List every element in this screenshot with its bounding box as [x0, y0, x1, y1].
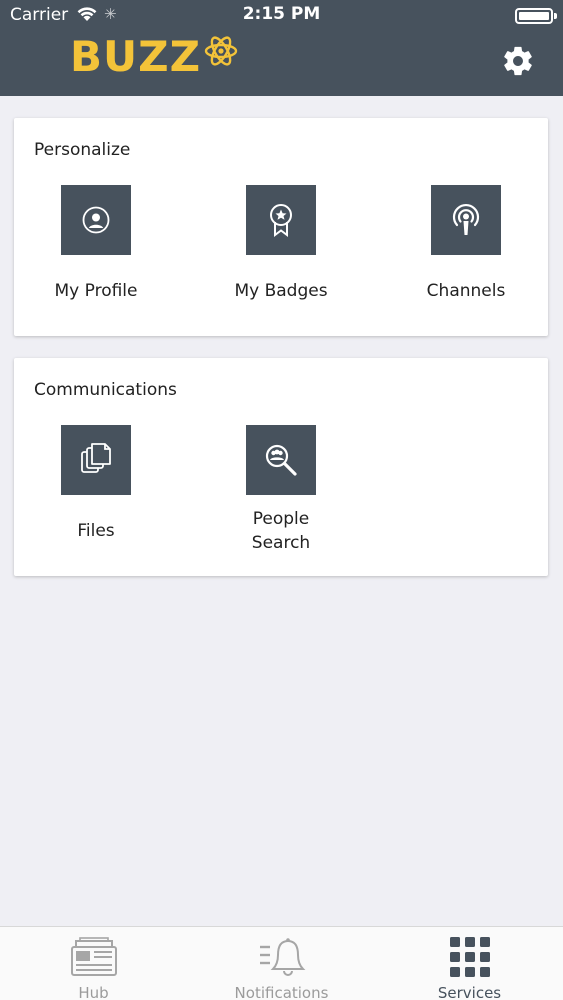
user-icon	[61, 185, 131, 255]
tab-notifications[interactable]: Notifications	[188, 927, 375, 1000]
files-button[interactable]: Files	[11, 425, 181, 543]
tile-label: My Profile	[54, 281, 138, 301]
settings-button[interactable]	[500, 45, 536, 81]
gear-icon	[501, 44, 535, 82]
tile-label-line-1: People	[252, 509, 310, 529]
tab-hub[interactable]: Hub	[0, 927, 187, 1000]
logo-text: BUZZ	[70, 32, 202, 81]
status-bar: Carrier ✳ 2:15 PM	[0, 0, 563, 32]
app-header: Carrier ✳ 2:15 PM BUZZ	[0, 0, 563, 96]
people-search-icon	[246, 425, 316, 495]
tile-label: My Badges	[234, 281, 328, 301]
tile-label: People Search	[196, 507, 366, 555]
broadcast-icon	[431, 185, 501, 255]
hub-icon	[0, 935, 187, 979]
communications-card: Communications Files People Search	[14, 358, 548, 576]
buzz-logo: BUZZ	[70, 34, 239, 80]
my-profile-button[interactable]: My Profile	[11, 185, 181, 303]
bell-icon	[188, 935, 375, 979]
status-time: 2:15 PM	[242, 4, 321, 24]
card-title: Communications	[34, 380, 177, 400]
files-icon	[61, 425, 131, 495]
personalize-card: Personalize My Profile My Badges Channel…	[14, 118, 548, 336]
tab-bar: Hub Notifications Services	[0, 926, 563, 1000]
card-title: Personalize	[34, 140, 131, 160]
my-badges-button[interactable]: My Badges	[196, 185, 366, 303]
tab-label: Services	[437, 984, 502, 1000]
badge-icon	[246, 185, 316, 255]
tile-label: Channels	[426, 281, 506, 301]
atom-icon	[203, 34, 239, 72]
tile-label-line-2: Search	[251, 533, 311, 553]
tile-label: Files	[77, 521, 115, 541]
channels-button[interactable]: Channels	[381, 185, 551, 303]
tab-services[interactable]: Services	[376, 927, 563, 1000]
battery-icon	[515, 8, 557, 24]
tab-label: Hub	[78, 984, 109, 1000]
tab-label: Notifications	[234, 984, 329, 1000]
grid-icon	[376, 935, 563, 979]
people-search-button[interactable]: People Search	[196, 425, 366, 555]
